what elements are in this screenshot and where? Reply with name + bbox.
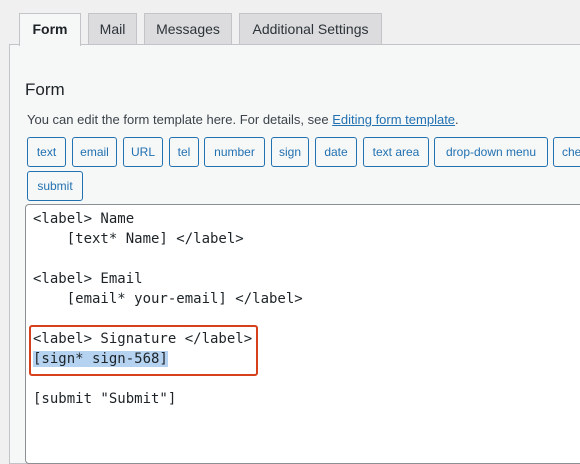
tab-messages[interactable]: Messages [144,13,232,44]
tag-button-text-area[interactable]: text area [363,137,429,167]
intro-text-body: You can edit the form template here. For… [27,112,333,127]
tab-form-active-label: Form [32,21,68,37]
tag-button-url[interactable]: URL [123,137,163,167]
tag-button-date[interactable]: date [315,137,357,167]
editor-line: <label> Email [33,271,143,287]
tag-button-number[interactable]: number [204,137,265,167]
tab-form-active[interactable]: Form [19,13,81,46]
page-title: Form [25,80,65,99]
tag-button-submit[interactable]: submit [27,171,83,201]
tag-button-email[interactable]: email [72,137,117,167]
tag-button-sign[interactable]: sign [271,137,309,167]
editor-line: [text* Name] </label> [33,231,244,247]
tab-bar: Form Mail Messages Additional Settings [0,0,580,45]
tab-additional-settings-label: Additional Settings [252,21,369,37]
tag-button-text[interactable]: text [27,137,66,167]
editor-line: [email* your-email] </label> [33,291,303,307]
editing-form-template-link[interactable]: Editing form template [332,112,455,127]
tab-messages-label: Messages [156,21,220,37]
editor-line: <label> Name [33,211,135,227]
tab-mail[interactable]: Mail [88,13,137,44]
tab-additional-settings[interactable]: Additional Settings [239,13,382,44]
intro-text: You can edit the form template here. For… [27,112,459,127]
tag-button-tel[interactable]: tel [169,137,199,167]
intro-text-end: . [455,112,459,127]
highlight-annotation-box [29,325,258,376]
editor-line: [submit "Submit"] [33,391,177,407]
tab-mail-label: Mail [99,21,126,37]
tag-button-checkboxes[interactable]: che [553,137,580,167]
tag-button-drop-down-menu[interactable]: drop-down menu [434,137,548,167]
